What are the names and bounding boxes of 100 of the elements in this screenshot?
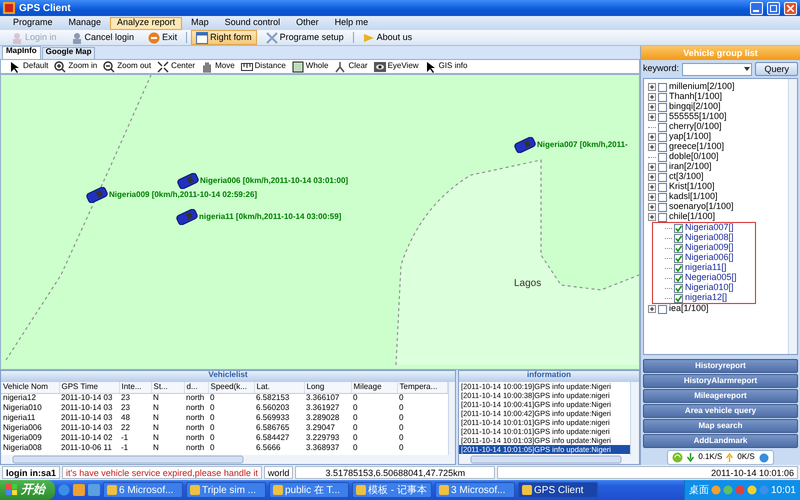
- expand-icon[interactable]: [648, 193, 656, 201]
- checkbox[interactable]: [674, 254, 683, 262]
- checkbox[interactable]: [674, 284, 683, 292]
- column-header[interactable]: St...: [151, 382, 184, 393]
- tree-item[interactable]: doble[0/100]: [669, 152, 719, 162]
- map-tool-button[interactable]: Whole: [292, 60, 328, 72]
- menu-item[interactable]: Programe: [6, 16, 60, 30]
- taskbar-button[interactable]: 3 Microsof...: [435, 482, 515, 498]
- keyword-field[interactable]: [682, 62, 752, 76]
- expand-icon[interactable]: [648, 305, 656, 313]
- tree-item[interactable]: millenium[2/100]: [669, 82, 735, 92]
- map-tool-button[interactable]: GIS info: [424, 60, 468, 72]
- minimize-button[interactable]: [750, 2, 763, 14]
- vertical-scrollbar[interactable]: [788, 79, 797, 354]
- map-tool-button[interactable]: EyeView: [374, 60, 419, 72]
- tree-item[interactable]: nigeria11[]: [685, 263, 726, 273]
- menu-item[interactable]: Analyze report: [110, 16, 182, 30]
- column-header[interactable]: Mileage: [351, 382, 397, 393]
- expand-icon[interactable]: [648, 93, 656, 101]
- tree-item[interactable]: chile[1/100]: [669, 212, 716, 222]
- checkbox[interactable]: [658, 162, 667, 172]
- taskbar-button[interactable]: public 在 T...: [269, 482, 349, 498]
- toolbar-button[interactable]: Exit: [143, 30, 182, 45]
- checkbox[interactable]: [658, 212, 667, 222]
- toolbar-button[interactable]: Cancel login: [66, 30, 140, 45]
- checkbox[interactable]: [658, 82, 667, 92]
- tree-item[interactable]: cherry[0/100]: [669, 122, 722, 132]
- tree-item[interactable]: yap[1/100]: [669, 132, 712, 142]
- checkbox[interactable]: [674, 294, 683, 302]
- tree-item[interactable]: Thanh[1/100]: [669, 92, 722, 102]
- column-header[interactable]: Tempera...: [397, 382, 447, 393]
- tree-item[interactable]: Nigeria008[]: [685, 233, 734, 243]
- tree-item[interactable]: greece[1/100]: [669, 142, 724, 152]
- checkbox[interactable]: [658, 192, 667, 202]
- query-button[interactable]: Query: [755, 62, 798, 76]
- checkbox[interactable]: [674, 264, 683, 272]
- column-header[interactable]: Speed(k...: [208, 382, 254, 393]
- expand-icon[interactable]: [648, 183, 656, 191]
- expand-icon[interactable]: [648, 113, 656, 121]
- expand-icon[interactable]: [648, 103, 656, 111]
- tree-item[interactable]: 555555[1/100]: [669, 112, 727, 122]
- tree-item[interactable]: Nigeria007[]: [685, 223, 734, 233]
- checkbox[interactable]: [658, 132, 667, 142]
- map-tool-button[interactable]: Zoom out: [103, 60, 152, 72]
- column-header[interactable]: Long: [304, 382, 351, 393]
- tree-item[interactable]: iran[2/100]: [669, 162, 712, 172]
- vertical-scrollbar[interactable]: [448, 382, 455, 455]
- checkbox[interactable]: [674, 224, 683, 232]
- expand-icon[interactable]: [648, 133, 656, 141]
- checkbox[interactable]: [658, 92, 667, 102]
- report-button[interactable]: Map search: [643, 419, 798, 433]
- tray-icon[interactable]: [746, 485, 757, 495]
- checkbox[interactable]: [674, 234, 683, 242]
- map-tab[interactable]: MapInfo: [2, 46, 41, 59]
- tree-item[interactable]: soenaryo[1/100]: [669, 202, 734, 212]
- toolbar-button[interactable]: About us: [358, 30, 418, 45]
- column-header[interactable]: GPS Time: [59, 382, 119, 393]
- checkbox[interactable]: [658, 142, 667, 152]
- column-header[interactable]: d...: [184, 382, 208, 393]
- checkbox[interactable]: [674, 274, 683, 282]
- column-header[interactable]: Inte...: [119, 382, 151, 393]
- menu-item[interactable]: Help me: [328, 16, 376, 30]
- taskbar-button[interactable]: GPS Client: [518, 482, 598, 498]
- report-button[interactable]: AddLandmark: [643, 434, 798, 448]
- checkbox[interactable]: [658, 152, 667, 162]
- map-tool-button[interactable]: Zoom in: [54, 60, 98, 72]
- map-tab[interactable]: Google Map: [42, 47, 96, 59]
- map-tool-button[interactable]: Distance: [240, 60, 286, 72]
- expand-icon[interactable]: [648, 203, 656, 211]
- vertical-scrollbar[interactable]: [630, 382, 639, 455]
- tree-item[interactable]: Negeria005[]: [685, 273, 737, 283]
- column-header[interactable]: Lat.: [254, 382, 304, 393]
- report-button[interactable]: Historyreport: [643, 359, 798, 373]
- tree-item[interactable]: nigeria12[]: [685, 293, 728, 303]
- taskbar-button[interactable]: Triple sim ...: [186, 482, 266, 498]
- report-button[interactable]: Area vehicle query: [643, 404, 798, 418]
- taskbar-button[interactable]: 模板 - 记事本: [352, 482, 432, 498]
- tree-item[interactable]: Krist[1/100]: [669, 182, 715, 192]
- menu-item[interactable]: Map: [184, 16, 216, 30]
- horizontal-scrollbar[interactable]: [459, 455, 639, 464]
- checkbox[interactable]: [658, 182, 667, 192]
- map-tool-button[interactable]: Default: [9, 60, 48, 72]
- checkbox[interactable]: [674, 244, 683, 252]
- expand-icon[interactable]: [648, 83, 656, 91]
- expand-icon[interactable]: [648, 213, 656, 221]
- checkbox[interactable]: [658, 112, 667, 122]
- tree-item[interactable]: Nigeria009[]: [685, 243, 734, 253]
- taskbar-button[interactable]: 6 Microsof...: [103, 482, 183, 498]
- menu-item[interactable]: Manage: [62, 16, 108, 30]
- expand-icon[interactable]: [648, 163, 656, 171]
- expand-icon[interactable]: [648, 173, 656, 181]
- expand-icon[interactable]: [648, 143, 656, 151]
- toolbar-button[interactable]: Right form: [191, 30, 257, 45]
- checkbox[interactable]: [658, 102, 667, 112]
- horizontal-scrollbar[interactable]: [1, 455, 455, 464]
- report-button[interactable]: Mileagereport: [643, 389, 798, 403]
- maximize-button[interactable]: [767, 2, 780, 14]
- column-header[interactable]: Vehicle Nom: [1, 382, 59, 393]
- tree-item[interactable]: ct[3/100]: [669, 172, 704, 182]
- map-tool-button[interactable]: Move: [201, 60, 235, 72]
